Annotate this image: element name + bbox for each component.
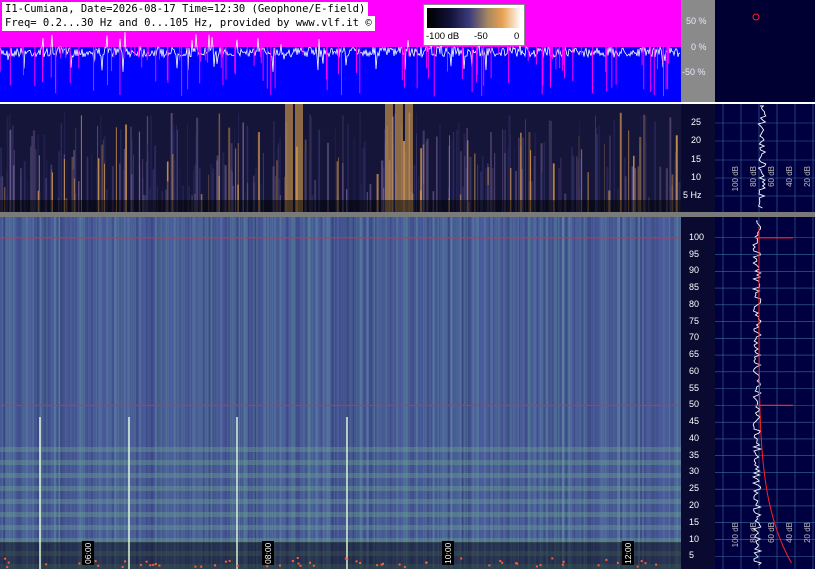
hf-tick-25: 25	[689, 483, 700, 494]
hf-tick-100: 100	[689, 231, 705, 242]
status-indicator-icon	[752, 13, 760, 21]
hf-tick-80: 80	[689, 298, 700, 309]
hf-tick-5: 5	[689, 550, 695, 561]
header-line2: Freq= 0.2...30 Hz and 0...105 Hz, provid…	[2, 16, 375, 31]
hf-tick-70: 70	[689, 332, 700, 343]
lf-tick-20: 20	[691, 135, 702, 145]
header-line1: I1-Cumiana, Date=2026-08-17 Time=12:30 (…	[2, 2, 369, 17]
lf-tick-15: 15	[691, 154, 702, 164]
hf-tick-20: 20	[689, 500, 700, 510]
hf-tick-95: 95	[689, 248, 700, 259]
low-freq-profile: 100 dB 80 dB 60 dB 40 dB 20 dB	[715, 104, 815, 212]
hf-tick-10: 10	[689, 533, 700, 544]
hf-tick-65: 65	[689, 349, 700, 360]
hf-bp-80: 80 dB	[749, 522, 758, 543]
main-profile: 100 dB 80 dB 60 dB 40 dB 20 dB	[715, 217, 815, 569]
main-spectrogram	[0, 217, 681, 569]
waveform-side-panel	[715, 0, 815, 102]
hf-tick-45: 45	[689, 416, 700, 427]
wave-tick-50: 50 %	[686, 16, 707, 26]
time-label-0800: 08:00	[262, 541, 274, 565]
lf-tick-10: 10	[691, 172, 702, 182]
colorbar-legend: -100 dB -50 0	[423, 4, 525, 46]
hf-tick-90: 90	[689, 265, 700, 276]
hf-bp-60: 60 dB	[767, 522, 776, 543]
low-freq-axis: 25 20 15 10 5 Hz	[681, 104, 715, 212]
wave-tick-0: 0 %	[691, 42, 707, 52]
colorbar-mid: -50	[474, 31, 488, 42]
lf-bp-80: 80 dB	[749, 166, 758, 187]
hf-tick-50: 50	[689, 399, 700, 410]
colorbar-gradient	[427, 8, 521, 28]
time-label-0600: 06:00	[82, 541, 94, 565]
time-label-1000: 10:00	[442, 541, 454, 565]
lf-bp-20: 20 dB	[803, 166, 812, 187]
hf-tick-60: 60	[689, 365, 700, 376]
time-label-1200: 12:00	[622, 541, 634, 565]
hf-bp-100: 100 dB	[731, 522, 740, 548]
hf-tick-75: 75	[689, 315, 700, 326]
low-freq-spectrogram	[0, 104, 681, 212]
hf-tick-35: 35	[689, 449, 700, 460]
lf-tick-5: 5 Hz	[683, 190, 702, 200]
waveform-axis: 50 % 0 % -50 %	[681, 0, 715, 102]
hf-bp-20: 20 dB	[803, 522, 812, 543]
hf-tick-40: 40	[689, 432, 700, 443]
hf-tick-15: 15	[689, 516, 700, 527]
main-freq-axis: 100 95 90 85 80 75 70 65 60 55 50 45 40 35 30 25 20 15 10 5	[681, 217, 715, 569]
hf-tick-30: 30	[689, 466, 700, 477]
lf-bp-40: 40 dB	[785, 166, 794, 187]
wave-tick-m50: -50 %	[682, 67, 706, 77]
colorbar-max: 0	[514, 31, 520, 42]
lf-bp-100: 100 dB	[731, 166, 740, 192]
colorbar-min: -100 dB	[426, 31, 460, 42]
lf-bp-60: 60 dB	[767, 166, 776, 187]
hf-bp-40: 40 dB	[785, 522, 794, 543]
hf-tick-85: 85	[689, 282, 700, 292]
hf-tick-55: 55	[689, 382, 700, 393]
lf-tick-25: 25	[691, 117, 702, 127]
